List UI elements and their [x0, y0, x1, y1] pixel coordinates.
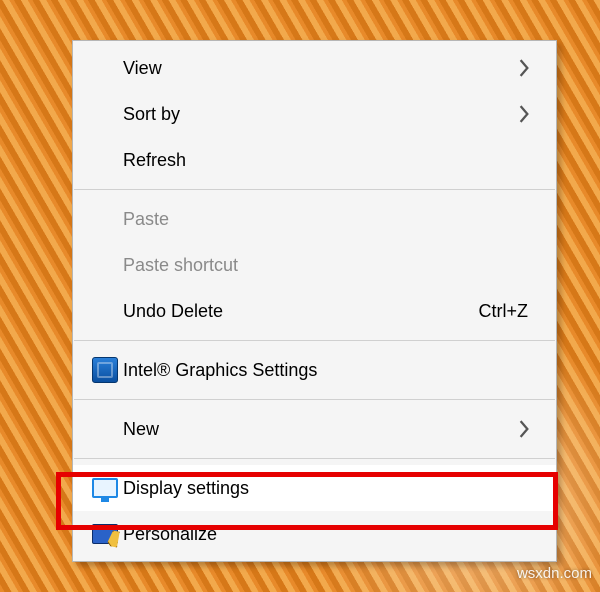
menu-label: Refresh [123, 150, 540, 171]
menu-item-paste: Paste [73, 196, 556, 242]
menu-item-sort-by[interactable]: Sort by [73, 91, 556, 137]
menu-separator [74, 340, 555, 341]
intel-graphics-icon [87, 357, 123, 383]
menu-label: Personalize [123, 524, 540, 545]
display-icon [87, 478, 123, 498]
personalize-icon [87, 524, 123, 544]
menu-accelerator: Ctrl+Z [479, 301, 541, 322]
menu-item-intel-graphics[interactable]: Intel® Graphics Settings [73, 347, 556, 393]
menu-separator [74, 399, 555, 400]
menu-item-undo-delete[interactable]: Undo Delete Ctrl+Z [73, 288, 556, 334]
menu-label: Paste [123, 209, 540, 230]
menu-label: View [123, 58, 518, 79]
menu-item-display-settings[interactable]: Display settings [73, 465, 556, 511]
chevron-right-icon [518, 59, 540, 77]
menu-label: Sort by [123, 104, 518, 125]
chevron-right-icon [518, 105, 540, 123]
chevron-right-icon [518, 420, 540, 438]
menu-item-view[interactable]: View [73, 45, 556, 91]
menu-separator [74, 189, 555, 190]
menu-item-new[interactable]: New [73, 406, 556, 452]
menu-label: Intel® Graphics Settings [123, 360, 540, 381]
menu-item-personalize[interactable]: Personalize [73, 511, 556, 557]
menu-separator [74, 458, 555, 459]
menu-item-paste-shortcut: Paste shortcut [73, 242, 556, 288]
desktop-context-menu: View Sort by Refresh Paste Paste shortcu… [72, 40, 557, 562]
menu-label: Undo Delete [123, 301, 479, 322]
menu-label: Display settings [123, 478, 540, 499]
menu-label: Paste shortcut [123, 255, 540, 276]
menu-item-refresh[interactable]: Refresh [73, 137, 556, 183]
watermark-text: wsxdn.com [517, 565, 592, 582]
menu-label: New [123, 419, 518, 440]
